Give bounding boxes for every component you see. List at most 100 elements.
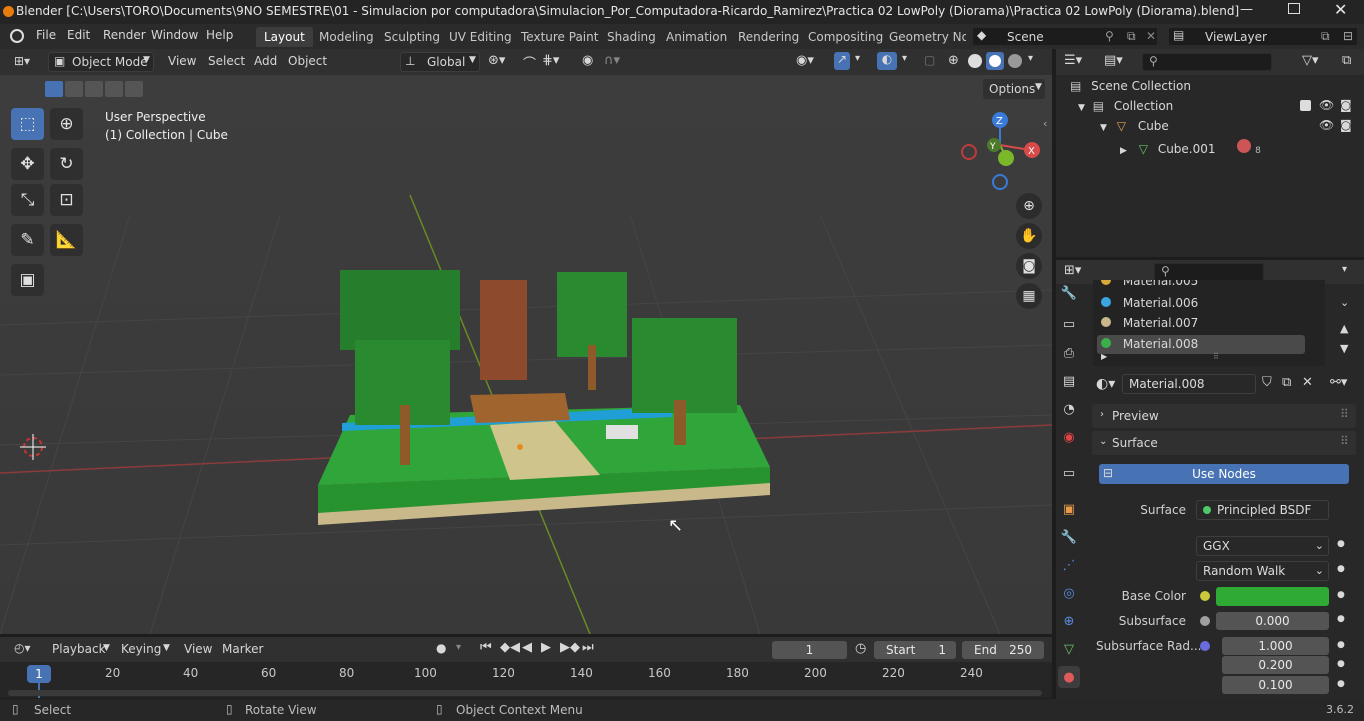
tab-texture-paint[interactable]: Texture Paint <box>513 27 606 47</box>
select-extend-icon[interactable] <box>65 81 83 97</box>
timeline-area[interactable]: 1 20 40 60 80 100 120 140 160 180 200 22… <box>0 662 1052 698</box>
rotate-tool-icon[interactable]: ↻ <box>50 148 83 180</box>
mode-dropdown[interactable]: ▣ Object Mode ▼ <box>48 52 154 72</box>
constraints-tab-icon[interactable]: ⊕ <box>1058 610 1080 632</box>
menu-object[interactable]: Object <box>288 54 327 68</box>
outliner-scene-collection[interactable]: ▤ Scene Collection <box>1070 79 1191 93</box>
scale-tool-icon[interactable]: ⤡ <box>11 184 44 216</box>
expand-icon[interactable]: ▼ <box>1100 123 1107 133</box>
use-nodes-button[interactable]: ⊟ Use Nodes <box>1099 464 1349 484</box>
tab-shading[interactable]: Shading <box>599 27 664 47</box>
next-keyframe-icon[interactable]: ▶◆ <box>560 640 580 655</box>
minimize-button[interactable]: — <box>1240 2 1260 17</box>
subsurface-radius-y-field[interactable]: 0.200 <box>1222 656 1329 674</box>
select-subtract-icon[interactable] <box>85 81 103 97</box>
navigation-gizmo[interactable]: Z X Y <box>961 112 1040 190</box>
xray-icon[interactable]: ▢ <box>924 53 935 67</box>
jump-end-icon[interactable]: ⏭ <box>582 640 594 655</box>
menu-render[interactable]: Render <box>103 28 146 42</box>
close-button[interactable]: ✕ <box>1334 0 1347 19</box>
jump-start-icon[interactable]: ⏮ <box>480 640 492 655</box>
move-tool-icon[interactable]: ✥ <box>11 148 44 180</box>
start-frame-field[interactable]: Start 1 <box>874 641 956 659</box>
menu-timeline-view[interactable]: View <box>184 642 212 656</box>
subsurface-radius-z-field[interactable]: 0.100 <box>1222 676 1329 694</box>
material-slot-row[interactable]: Material.005 <box>1101 280 1198 292</box>
sidebar-toggle-icon[interactable]: ‹ <box>1043 117 1047 130</box>
render-camera-icon[interactable]: ◙ <box>1340 118 1352 132</box>
material-slot-row[interactable]: Material.006 <box>1101 296 1198 314</box>
material-browse-icon[interactable]: ◐▾ <box>1096 376 1115 392</box>
3d-cursor-icon[interactable] <box>20 434 46 460</box>
preview-panel-header[interactable]: › Preview ⠿ <box>1092 404 1356 428</box>
outliner-cube-row[interactable]: ▼ ▽ Cube 👁 ◙ <box>1100 118 1364 133</box>
keyframe-dot-icon[interactable]: ● <box>1337 614 1345 624</box>
keyframe-dot-icon[interactable]: ● <box>1337 640 1345 650</box>
proportional-editing-icon[interactable]: ◉ <box>582 53 593 68</box>
current-frame-field[interactable]: 1 <box>772 641 847 659</box>
3d-viewport[interactable]: Z X Y ⬚ ⊕ ✥ ↻ ⤡ ⊡ ✎ 📐 ▣ User Perspective… <box>0 75 1052 634</box>
physics-tab-icon[interactable]: ◎ <box>1058 582 1080 604</box>
new-view-layer-icon[interactable]: ⧉ <box>1321 29 1330 44</box>
surface-panel-header[interactable]: ⌄ Surface ⠿ <box>1092 431 1356 455</box>
menu-marker[interactable]: Marker <box>222 642 263 656</box>
link-type-icon[interactable]: ⚯▾ <box>1330 375 1347 390</box>
render-tab-icon[interactable]: ▭ <box>1058 313 1080 335</box>
pin-icon[interactable]: ⚲ <box>1105 29 1114 43</box>
drag-handle-icon[interactable]: ⠿ <box>1340 434 1349 448</box>
menu-view[interactable]: View <box>168 54 196 68</box>
view-layer-selector[interactable]: ▤ ViewLayer ⧉ ⊟ <box>1168 27 1358 46</box>
chevron-down-icon[interactable]: ⌄ <box>1340 296 1349 309</box>
material-preview-shading-icon[interactable] <box>986 52 1004 70</box>
solid-shading-icon[interactable] <box>968 54 982 68</box>
keyframe-dot-icon[interactable]: ● <box>1337 564 1345 574</box>
scene-tab-icon[interactable]: ◔ <box>1058 398 1080 420</box>
maximize-button[interactable] <box>1288 3 1300 14</box>
expand-icon[interactable]: ▼ <box>1078 103 1085 113</box>
record-keyframe-icon[interactable]: ● <box>436 641 446 655</box>
chevron-down-icon[interactable]: ▾ <box>855 53 860 64</box>
keyframe-dot-icon[interactable]: ● <box>1337 539 1345 549</box>
tab-modeling[interactable]: Modeling <box>311 27 382 47</box>
modifier-tab-icon[interactable]: 🔧 <box>1058 526 1080 548</box>
tab-geometry-nodes[interactable]: Geometry Noc <box>881 27 966 47</box>
preview-range-icon[interactable]: ◷ <box>855 641 866 656</box>
keyframe-dot-icon[interactable]: ● <box>1337 659 1345 669</box>
measure-tool-icon[interactable]: 📐 <box>50 224 83 256</box>
camera-view-icon[interactable]: ◙ <box>1016 253 1042 279</box>
material-slot-list[interactable]: Material.005 Material.006 Material.007 M… <box>1093 280 1325 366</box>
render-camera-icon[interactable]: ◙ <box>1340 98 1352 112</box>
zoom-icon[interactable]: ⊕ <box>1016 193 1042 219</box>
surface-shader-field[interactable]: Principled BSDF <box>1196 500 1329 520</box>
blender-menu-icon[interactable] <box>10 29 24 43</box>
filter-icon[interactable]: ▽▾ <box>1302 53 1319 68</box>
tool-tab-icon[interactable]: 🔧 <box>1058 282 1080 304</box>
select-new-icon[interactable] <box>45 81 63 97</box>
move-down-icon[interactable]: ▼ <box>1340 342 1348 355</box>
snap-icon[interactable]: ⌒ <box>523 53 536 72</box>
new-scene-icon[interactable]: ⧉ <box>1127 29 1136 44</box>
tab-rendering[interactable]: Rendering <box>730 27 807 47</box>
outliner-collection-row[interactable]: ▼ ▤ Collection 👁 ◙ <box>1078 98 1364 113</box>
world-tab-icon[interactable]: ◉ <box>1058 426 1080 448</box>
tab-layout[interactable]: Layout <box>256 27 313 47</box>
expand-icon[interactable]: ▶ <box>1101 352 1107 361</box>
chevron-down-icon[interactable]: ▾ <box>902 53 907 64</box>
ortho-grid-icon[interactable]: ▦ <box>1016 283 1042 309</box>
material-name-field[interactable]: Material.008 <box>1122 374 1256 394</box>
chevron-down-icon[interactable]: ▾ <box>456 642 461 653</box>
resize-handle-icon[interactable]: ⠿ <box>1213 352 1219 361</box>
options-dropdown[interactable]: Options ▼ <box>983 79 1045 99</box>
select-invert-icon[interactable] <box>105 81 123 97</box>
keyframe-dot-icon[interactable]: ● <box>1337 679 1345 689</box>
transform-orientation-dropdown[interactable]: ⊥ Global ▼ <box>400 52 480 72</box>
chevron-down-icon[interactable]: ▾ <box>1342 264 1347 275</box>
editor-type-icon[interactable]: ⊞▾ <box>8 52 42 72</box>
end-frame-field[interactable]: End 250 <box>962 641 1044 659</box>
timeline-scrollbar[interactable] <box>8 690 1042 696</box>
outliner-cube001-row[interactable]: ▶ ▽ Cube.001 8 <box>1120 139 1261 156</box>
unlink-material-icon[interactable]: ✕ <box>1302 375 1313 390</box>
material-tab-icon[interactable]: ● <box>1058 666 1080 688</box>
view-layer-tab-icon[interactable]: ▤ <box>1058 370 1080 392</box>
outliner-editor-type-icon[interactable]: ☰▾ <box>1064 53 1082 68</box>
